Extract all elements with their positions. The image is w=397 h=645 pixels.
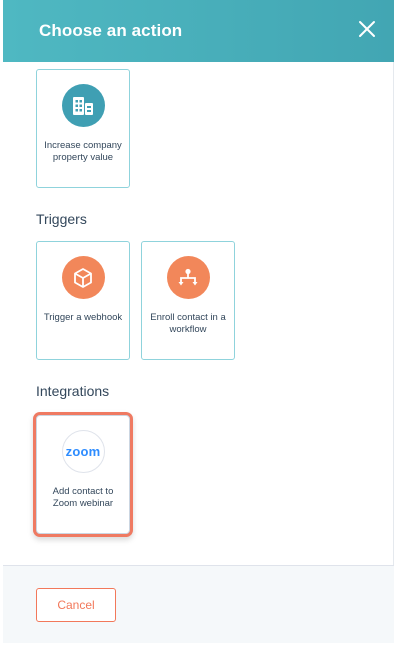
action-card-label: Trigger a webhook	[43, 312, 123, 323]
action-card-increase-company-property[interactable]: Increase company property value	[36, 69, 130, 188]
action-card-enroll-workflow[interactable]: Enroll contact in a workflow	[141, 241, 235, 360]
action-card-label: Add contact to Zoom webinar	[52, 486, 114, 509]
workflow-icon	[166, 256, 210, 299]
choose-action-panel: Choose an action Increase company proper…	[3, 0, 394, 643]
actions-list[interactable]: Increase company property value Triggers…	[3, 62, 394, 565]
panel-header: Choose an action	[3, 0, 394, 62]
action-card-label: Increase company property value	[44, 140, 122, 163]
section-title-integrations: Integrations	[36, 383, 110, 399]
close-button[interactable]	[358, 20, 376, 38]
panel-title: Choose an action	[39, 21, 183, 40]
panel-footer: Cancel	[3, 565, 394, 643]
cube-icon	[61, 256, 105, 299]
building-icon	[61, 84, 105, 127]
zoom-logo-text: zoom	[65, 444, 101, 459]
action-card-zoom-webinar[interactable]: zoom Add contact to Zoom webinar	[36, 415, 130, 534]
close-icon	[359, 21, 375, 37]
section-title-triggers: Triggers	[36, 211, 87, 227]
cancel-button[interactable]: Cancel	[36, 588, 116, 622]
zoom-logo-icon: zoom	[61, 430, 105, 473]
action-card-trigger-webhook[interactable]: Trigger a webhook	[36, 241, 130, 360]
action-card-label: Enroll contact in a workflow	[150, 312, 226, 335]
